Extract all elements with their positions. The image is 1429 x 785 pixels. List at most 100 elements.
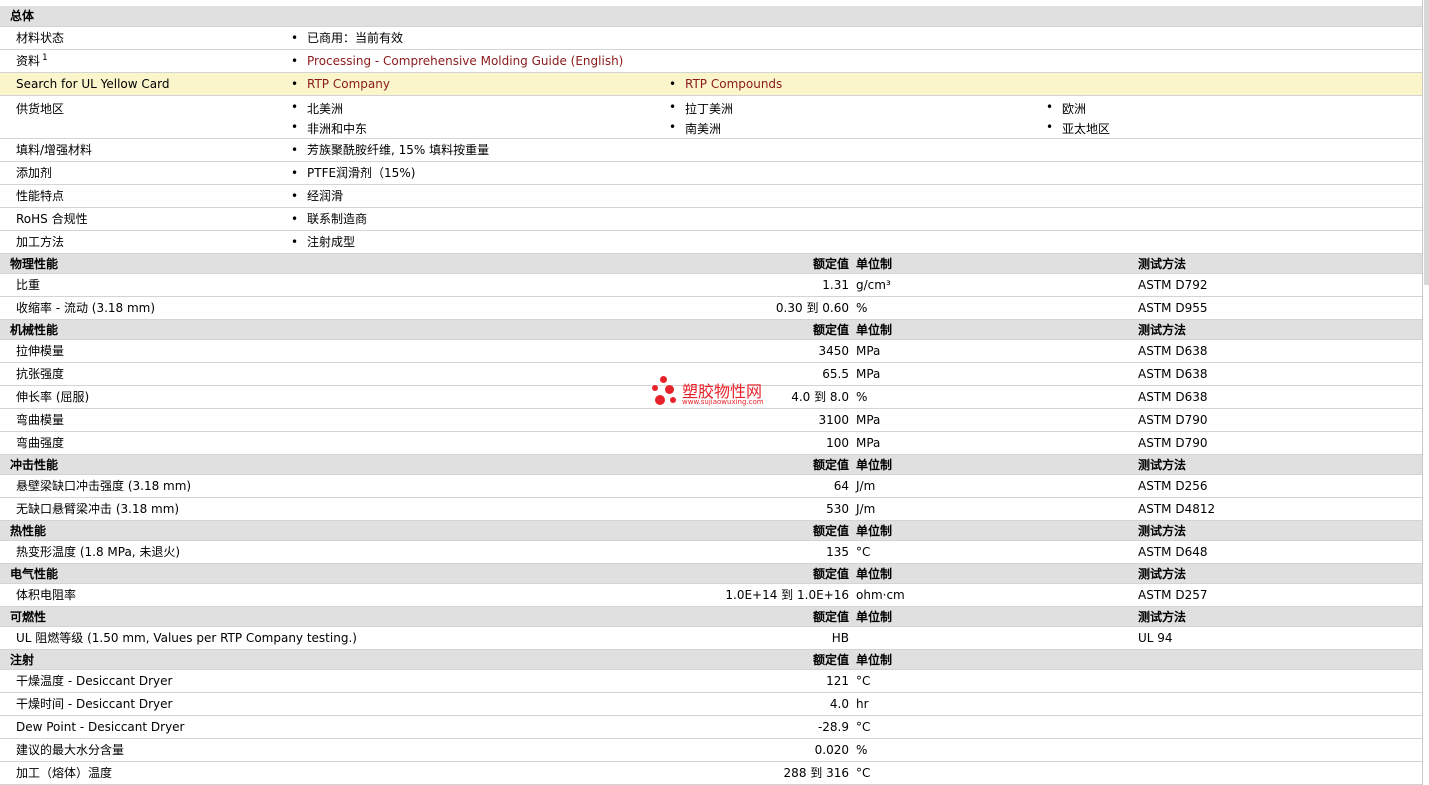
property-unit: °C: [856, 674, 871, 688]
property-value: 288 到 316: [783, 766, 849, 780]
region-item: 非洲和中东: [291, 120, 367, 137]
column-header-value: 额定值: [812, 458, 849, 472]
property-label: 弯曲模量: [16, 413, 65, 427]
property-unit: MPa: [856, 344, 881, 358]
section-header: 热性能 额定值 单位制 测试方法: [0, 521, 1422, 541]
column-header-value: 额定值: [812, 567, 849, 581]
property-value: 4.0: [829, 697, 849, 711]
property-row: 弯曲模量 3100 MPa ASTM D790: [0, 409, 1422, 432]
property-test-method: ASTM D257: [1138, 588, 1208, 602]
property-unit: °C: [856, 545, 871, 559]
row-label: 添加剂: [16, 166, 53, 180]
row-supply: 供货地区 北美洲 拉丁美洲 欧洲 非洲和中东 南美洲 亚太地区: [0, 96, 1422, 139]
section-header: 冲击性能 额定值 单位制 测试方法: [0, 455, 1422, 475]
watermark-logo-icon: [652, 376, 680, 408]
status-value: 已商用：当前有效: [291, 27, 403, 50]
column-header-value: 额定值: [812, 323, 849, 337]
row-label: 供货地区: [16, 102, 65, 116]
scrollbar-thumb[interactable]: [1424, 0, 1429, 285]
rohs-value: 联系制造商: [291, 208, 367, 231]
property-label: 干燥温度 - Desiccant Dryer: [16, 674, 173, 688]
row-label: 材料状态: [16, 31, 65, 45]
property-test-method: ASTM D638: [1138, 344, 1208, 358]
property-row: 比重 1.31 g/cm³ ASTM D792: [0, 274, 1422, 297]
section-title: 热性能: [10, 524, 47, 538]
section-header: 物理性能 额定值 单位制 测试方法: [0, 254, 1422, 274]
yellow-card-item: RTP Compounds: [669, 73, 782, 96]
section-title: 总体: [10, 9, 35, 23]
section-header: 机械性能 额定值 单位制 测试方法: [0, 320, 1422, 340]
property-unit: °C: [856, 766, 871, 780]
property-value: -28.9: [817, 720, 849, 734]
property-unit: %: [856, 301, 868, 315]
property-test-method: ASTM D648: [1138, 545, 1208, 559]
property-value: 135: [826, 545, 849, 559]
row-yellow-card: Search for UL Yellow Card RTP Company RT…: [0, 73, 1422, 96]
property-value: 121: [826, 674, 849, 688]
property-test-method: UL 94: [1138, 631, 1173, 645]
column-header-unit: 单位制: [856, 524, 893, 538]
column-header-test: 测试方法: [1138, 567, 1187, 581]
property-label: 收缩率 - 流动 (3.18 mm): [16, 301, 156, 315]
watermark-url: www.sujiaowuxing.com: [682, 398, 764, 406]
property-value: 64: [833, 479, 849, 493]
property-value: 4.0 到 8.0: [791, 390, 849, 404]
property-test-method: ASTM D638: [1138, 390, 1208, 404]
column-header-unit: 单位制: [856, 257, 893, 271]
section-header: 电气性能 额定值 单位制 测试方法: [0, 564, 1422, 584]
property-label: UL 阻燃等级 (1.50 mm, Values per RTP Company…: [16, 631, 357, 645]
property-value: 530: [826, 502, 849, 516]
property-unit: g/cm³: [856, 278, 891, 292]
row-label: 填料/增强材料: [16, 143, 93, 157]
region-item: 北美洲: [291, 100, 343, 117]
docs-link[interactable]: Processing - Comprehensive Molding Guide…: [307, 54, 623, 68]
row-label: Search for UL Yellow Card: [16, 77, 170, 91]
rtp-compounds-link[interactable]: RTP Compounds: [685, 77, 782, 91]
column-header-test: 测试方法: [1138, 458, 1187, 472]
property-test-method: ASTM D790: [1138, 436, 1208, 450]
property-row: 建议的最大水分含量 0.020%: [0, 739, 1422, 762]
column-header-unit: 单位制: [856, 458, 893, 472]
property-label: 加工（熔体）温度: [16, 766, 113, 780]
region-item: 亚太地区: [1046, 120, 1110, 137]
property-unit: hr: [856, 697, 869, 711]
property-test-method: ASTM D638: [1138, 367, 1208, 381]
property-row: 加工（熔体）温度 288 到 316 °C: [0, 762, 1422, 785]
row-additive: 添加剂 PTFE润滑剂（15%): [0, 162, 1422, 185]
filler-value: 芳族聚酰胺纤维, 15% 填料按重量: [291, 139, 489, 162]
property-row: 干燥温度 - Desiccant Dryer 121 °C: [0, 670, 1422, 693]
property-row: 悬壁梁缺口冲击强度 (3.18 mm) 64 J/m ASTM D256: [0, 475, 1422, 498]
region-item: 欧洲: [1046, 100, 1086, 117]
property-value: HB: [831, 631, 849, 645]
property-test-method: ASTM D256: [1138, 479, 1208, 493]
section-title: 可燃性: [10, 610, 47, 624]
property-label: 无缺口悬臂梁冲击 (3.18 mm): [16, 502, 180, 516]
column-header-test: 测试方法: [1138, 323, 1187, 337]
column-header-unit: 单位制: [856, 323, 893, 337]
rtp-company-link[interactable]: RTP Company: [307, 77, 390, 91]
property-label: 伸长率 (屈服): [16, 390, 90, 404]
property-row: UL 阻燃等级 (1.50 mm, Values per RTP Company…: [0, 627, 1422, 650]
property-row: Dew Point - Desiccant Dryer -28.9 °C: [0, 716, 1422, 739]
property-test-method: ASTM D792: [1138, 278, 1208, 292]
section-title: 物理性能: [10, 257, 59, 271]
property-unit: %: [856, 390, 868, 404]
property-label: 拉伸模量: [16, 344, 65, 358]
row-material-status: 材料状态 已商用：当前有效: [0, 27, 1422, 50]
property-label: 体积电阻率: [16, 588, 77, 602]
row-label: 加工方法: [16, 235, 65, 249]
column-header-unit: 单位制: [856, 567, 893, 581]
property-unit: ohm·cm: [856, 588, 905, 602]
column-header-value: 额定值: [812, 610, 849, 624]
row-label: 资料 1: [16, 53, 48, 68]
property-test-method: ASTM D955: [1138, 301, 1208, 315]
column-header-unit: 单位制: [856, 653, 893, 667]
row-features: 性能特点 经润滑: [0, 185, 1422, 208]
property-label: 干燥时间 - Desiccant Dryer: [16, 697, 173, 711]
property-unit: %: [856, 743, 868, 757]
row-docs: 资料1 Processing - Comprehensive Molding G…: [0, 50, 1422, 73]
property-value: 0.30 到 0.60: [775, 301, 849, 315]
section-header-general: 总体: [0, 6, 1422, 27]
property-value: 0.020: [814, 743, 849, 757]
property-value: 3100: [818, 413, 849, 427]
